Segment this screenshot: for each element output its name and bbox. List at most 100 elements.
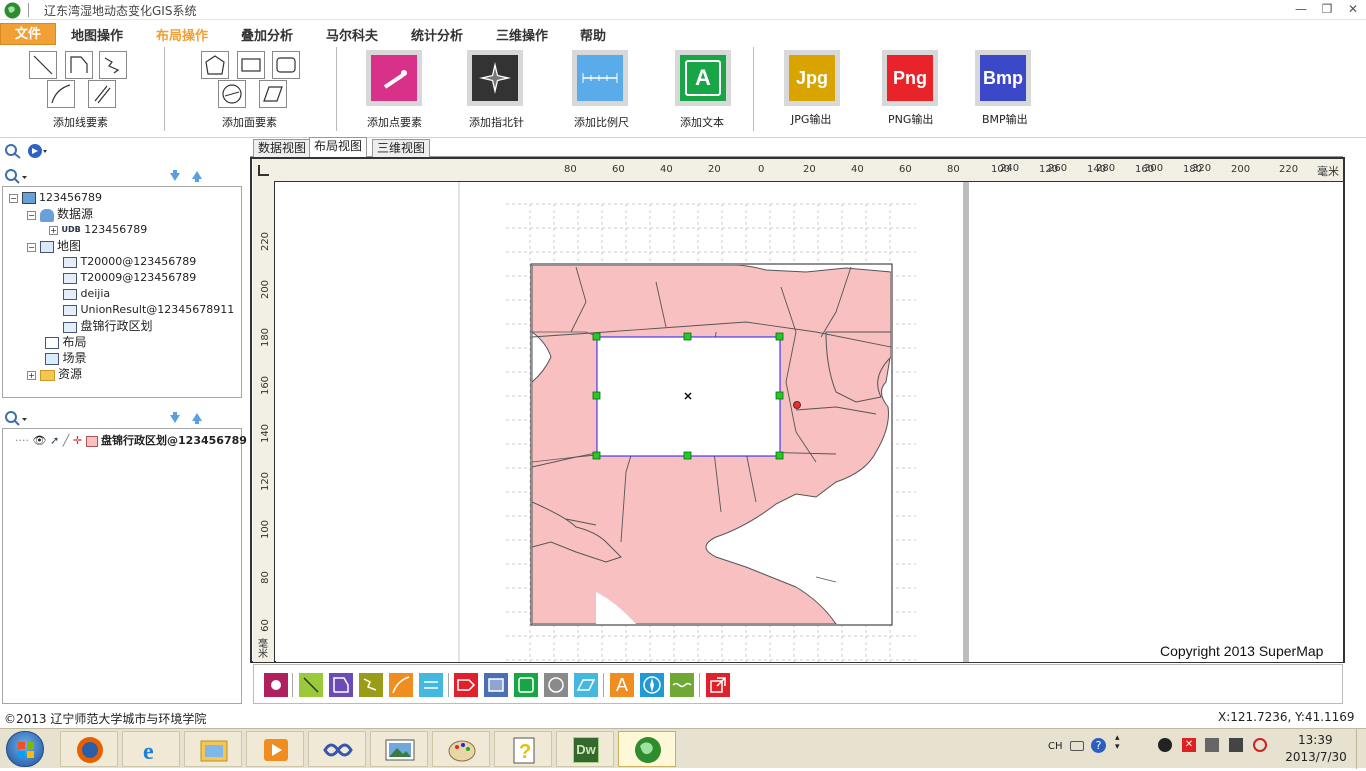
png-export-button[interactable]: Png bbox=[882, 50, 938, 106]
tree-datasource-group[interactable]: − 数据源 bbox=[27, 206, 93, 222]
north-arrow-tool-button[interactable] bbox=[640, 673, 664, 697]
export-tool-button[interactable] bbox=[706, 673, 730, 697]
help-icon[interactable]: ? bbox=[1091, 738, 1106, 753]
snap-crosshair-icon[interactable]: ✛ bbox=[73, 434, 82, 447]
layer-move-down-icon[interactable] bbox=[168, 411, 182, 428]
parallelogram-tool-button[interactable] bbox=[574, 673, 598, 697]
workspace-search-icon[interactable] bbox=[4, 143, 22, 162]
tab-data-view[interactable]: 数据视图 bbox=[253, 139, 312, 157]
layout-canvas[interactable]: Copyright 2013 SuperMap bbox=[276, 182, 1343, 662]
display-icon[interactable] bbox=[1229, 738, 1243, 752]
minimize-button[interactable]: — bbox=[1292, 1, 1310, 17]
clock-date[interactable]: 2013/7/30 bbox=[1283, 750, 1349, 764]
text-tool-button[interactable]: A bbox=[610, 673, 634, 697]
close-button[interactable]: ✕ bbox=[1344, 1, 1362, 17]
add-north-arrow-button[interactable] bbox=[467, 50, 523, 106]
tree-scene-item[interactable]: 场景 bbox=[45, 350, 87, 366]
line-tool-button[interactable] bbox=[299, 673, 323, 697]
restore-button[interactable]: ❐ bbox=[1318, 1, 1336, 17]
layer-search-icon[interactable] bbox=[4, 410, 28, 429]
tree-resources-item[interactable]: + 资源 bbox=[27, 366, 82, 382]
tree-datasource-item[interactable]: + UDB 123456789 bbox=[49, 222, 147, 238]
taskbar-ie[interactable]: e bbox=[122, 731, 180, 767]
taskbar-help[interactable]: ? bbox=[494, 731, 552, 767]
network-error-icon[interactable]: ✕ bbox=[1182, 738, 1196, 752]
workspace-navigate-icon[interactable] bbox=[27, 143, 49, 162]
menu-overlay-analysis[interactable]: 叠加分析 bbox=[241, 25, 293, 46]
bmp-export-button[interactable]: Bmp bbox=[975, 50, 1031, 106]
curve-tool-button[interactable] bbox=[389, 673, 413, 697]
tab-3d-view[interactable]: 三维视图 bbox=[372, 139, 431, 157]
taskbar-firefox[interactable] bbox=[60, 731, 118, 767]
tree-map-item[interactable]: 盘锦行政区划 bbox=[63, 318, 153, 334]
layer-row[interactable]: ···· 👁 ➚ ╱ ✛ 盘锦行政区划@123456789 bbox=[15, 433, 247, 449]
polygon-tool-button[interactable] bbox=[454, 673, 478, 697]
tray-expand-icon[interactable]: ▴ ▾ bbox=[1115, 734, 1120, 752]
tree-map-item[interactable]: T20009@123456789 bbox=[63, 270, 196, 286]
menu-map-operations[interactable]: 地图操作 bbox=[71, 25, 123, 46]
menu-layout-operations[interactable]: 布局操作 bbox=[156, 25, 208, 46]
taskbar-media[interactable] bbox=[246, 731, 304, 767]
clock-time[interactable]: 13:39 bbox=[1298, 733, 1333, 747]
taskbar-photo[interactable] bbox=[370, 731, 428, 767]
visibility-eye-icon[interactable]: 👁 bbox=[33, 434, 47, 447]
move-down-icon[interactable] bbox=[168, 169, 182, 186]
move-up-icon[interactable] bbox=[190, 169, 204, 186]
input-language[interactable]: CH bbox=[1048, 741, 1063, 752]
point-tool-button[interactable] bbox=[264, 673, 288, 697]
tree-layout-item[interactable]: 布局 bbox=[45, 334, 87, 350]
tree-root-row[interactable]: − 123456789 bbox=[9, 190, 102, 206]
add-point-button[interactable] bbox=[366, 50, 422, 106]
menu-help[interactable]: 帮助 bbox=[580, 25, 606, 46]
layer-move-up-icon[interactable] bbox=[190, 411, 204, 428]
menu-statistics[interactable]: 统计分析 bbox=[411, 25, 463, 46]
rectangle-button[interactable] bbox=[237, 51, 265, 79]
line-freehand-button[interactable] bbox=[99, 51, 127, 79]
tree-map-group[interactable]: − 地图 bbox=[27, 238, 81, 254]
tree-map-item[interactable]: T20000@123456789 bbox=[63, 254, 196, 270]
parallel-tool-button[interactable] bbox=[419, 673, 443, 697]
menu-file[interactable]: 文件 bbox=[0, 23, 56, 45]
keyboard-icon[interactable] bbox=[1070, 741, 1084, 751]
line-parallel-button[interactable] bbox=[88, 80, 116, 108]
scale-bar-tool-button[interactable] bbox=[670, 673, 694, 697]
line-curve-button[interactable] bbox=[47, 80, 75, 108]
rectangle-tool-button[interactable] bbox=[484, 673, 508, 697]
menu-markov[interactable]: 马尔科夫 bbox=[326, 25, 378, 46]
collapse-icon[interactable]: − bbox=[27, 242, 36, 252]
polygon-button[interactable] bbox=[201, 51, 229, 79]
editable-pen-icon[interactable]: ╱ bbox=[63, 434, 70, 447]
add-scale-bar-button[interactable] bbox=[572, 50, 628, 106]
menu-3d-operations[interactable]: 三维操作 bbox=[496, 25, 548, 46]
volume-muted-icon[interactable] bbox=[1253, 738, 1267, 752]
line-straight-button[interactable] bbox=[29, 51, 57, 79]
add-text-button[interactable]: A bbox=[675, 50, 731, 106]
freehand-tool-button[interactable] bbox=[359, 673, 383, 697]
collapse-icon[interactable]: − bbox=[9, 193, 18, 203]
taskbar-gis-app[interactable] bbox=[618, 731, 676, 767]
qq-icon[interactable] bbox=[1158, 738, 1172, 752]
expand-icon[interactable]: + bbox=[49, 225, 58, 235]
start-button[interactable] bbox=[6, 731, 44, 767]
selectable-arrow-icon[interactable]: ➚ bbox=[50, 434, 59, 447]
parallelogram-button[interactable] bbox=[259, 80, 287, 108]
polyline-tool-button[interactable] bbox=[329, 673, 353, 697]
line-polyline-button[interactable] bbox=[65, 51, 93, 79]
rounded-rect-tool-button[interactable] bbox=[514, 673, 538, 697]
circle-tool-button[interactable] bbox=[544, 673, 568, 697]
jpg-export-button[interactable]: Jpg bbox=[784, 50, 840, 106]
taskbar-explorer[interactable] bbox=[184, 731, 242, 767]
collapse-icon[interactable]: − bbox=[27, 210, 36, 220]
rounded-rect-button[interactable] bbox=[272, 51, 300, 79]
taskbar-app-infinity[interactable] bbox=[308, 731, 366, 767]
circle-button[interactable] bbox=[218, 80, 246, 108]
security-icon[interactable] bbox=[1205, 738, 1219, 752]
tree-search-icon[interactable] bbox=[4, 168, 28, 187]
taskbar-paint[interactable] bbox=[432, 731, 490, 767]
tree-map-item[interactable]: UnionResult@12345678911 bbox=[63, 302, 234, 318]
show-desktop-button[interactable] bbox=[1356, 729, 1366, 769]
tab-layout-view[interactable]: 布局视图 bbox=[309, 137, 368, 157]
tree-map-item[interactable]: deijia bbox=[63, 286, 110, 302]
expand-icon[interactable]: + bbox=[27, 370, 36, 380]
taskbar-dreamweaver[interactable]: Dw bbox=[556, 731, 614, 767]
